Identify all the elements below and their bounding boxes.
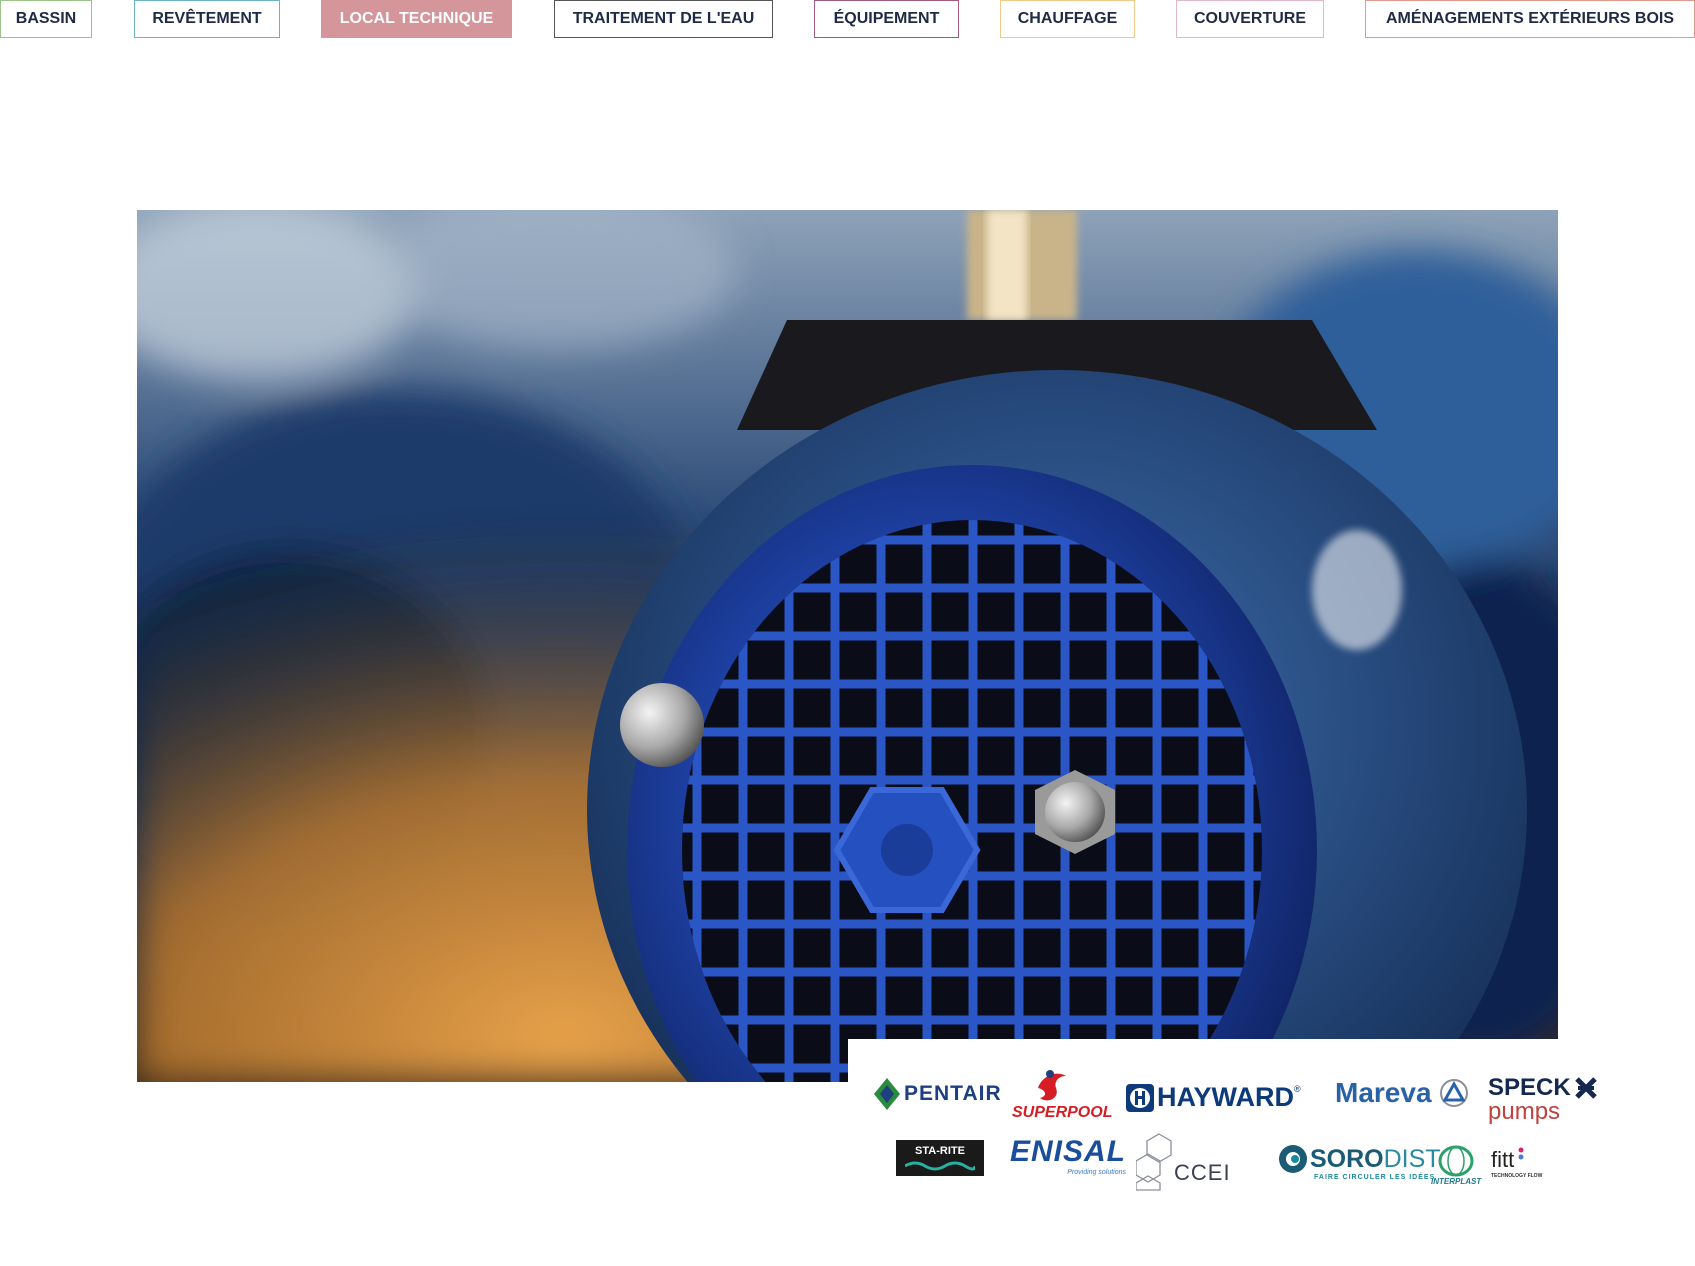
brand-sorodist-name: SORODIST [1310,1144,1441,1173]
pump-motor-illustration [137,210,1558,1082]
brand-mareva[interactable]: Mareva [1335,1077,1468,1109]
brand-sorodist-tagline: FAIRE CIRCULER LES IDÉES [1314,1174,1436,1181]
fitt-dots-icon [1518,1147,1524,1160]
brand-fitt-name: fitt [1491,1147,1515,1172]
tab-couverture[interactable]: COUVERTURE [1176,0,1324,38]
brand-enisal-tagline: Providing solutions [1067,1169,1127,1176]
brand-mareva-name: Mareva [1335,1077,1432,1108]
sorodist-icon [1279,1145,1307,1173]
brand-fitt-tagline: TECHNOLOGY FLOW [1491,1173,1543,1179]
brand-interplast[interactable]: INTERPLAST [1431,1145,1481,1186]
brand-superpool[interactable]: SUPERPOOL [1012,1068,1112,1122]
brand-sorodist[interactable]: SORODIST FAIRE CIRCULER LES IDÉES [1278,1144,1441,1181]
tab-amenagements-exterieurs-bois[interactable]: AMÉNAGEMENTS EXTÉRIEURS BOIS [1365,0,1695,38]
brand-sta-rite-name: STA-RITE [915,1144,965,1157]
hero-image [137,210,1558,1082]
sta-rite-wave-icon [905,1161,975,1170]
brand-hayward-registered: ® [1294,1084,1301,1094]
brand-speck-pumps[interactable]: SPECK pumps [1488,1076,1597,1124]
category-tabs: BASSIN REVÊTEMENT LOCAL TECHNIQUE TRAITE… [0,0,1695,40]
brand-speck-name: SPECK [1488,1074,1571,1101]
brand-speck-sub: pumps [1488,1098,1561,1125]
brand-hayward[interactable]: HAYWARD ® [1126,1082,1301,1113]
brand-ccei[interactable]: CCEI [1136,1132,1231,1192]
sta-rite-logo-box: STA-RITE [896,1140,984,1176]
brand-enisal-name: ENISAL [1010,1135,1127,1168]
partner-brands: PENTAIR SUPERPOOL HAYWARD ® Mareva SPECK [848,1039,1646,1219]
brand-pentair-name: PENTAIR [904,1082,1002,1105]
tab-local-technique[interactable]: LOCAL TECHNIQUE [321,0,512,38]
tab-revetement[interactable]: REVÊTEMENT [134,0,280,38]
tab-bassin[interactable]: BASSIN [0,0,92,38]
tab-equipement[interactable]: ÉQUIPEMENT [814,0,959,38]
interplast-globe-icon [1438,1145,1474,1177]
brand-fitt[interactable]: fitt TECHNOLOGY FLOW [1491,1147,1542,1179]
tab-chauffage[interactable]: CHAUFFAGE [1000,0,1135,38]
tab-traitement-de-l-eau[interactable]: TRAITEMENT DE L'EAU [554,0,773,38]
brand-ccei-name: CCEI [1174,1160,1231,1185]
pentair-icon [874,1078,900,1110]
brand-pentair[interactable]: PENTAIR [874,1078,1002,1110]
brand-enisal[interactable]: ENISAL Providing solutions [1010,1135,1126,1176]
superpool-icon [1038,1070,1066,1101]
brand-interplast-name: INTERPLAST [1431,1177,1482,1186]
mareva-icon [1439,1079,1468,1107]
hayward-icon [1126,1083,1154,1112]
speck-icon [1574,1077,1597,1099]
brand-hayward-name: HAYWARD [1157,1082,1295,1112]
brand-sta-rite[interactable]: STA-RITE [896,1140,984,1176]
brand-superpool-name: SUPERPOOL [1012,1104,1113,1121]
